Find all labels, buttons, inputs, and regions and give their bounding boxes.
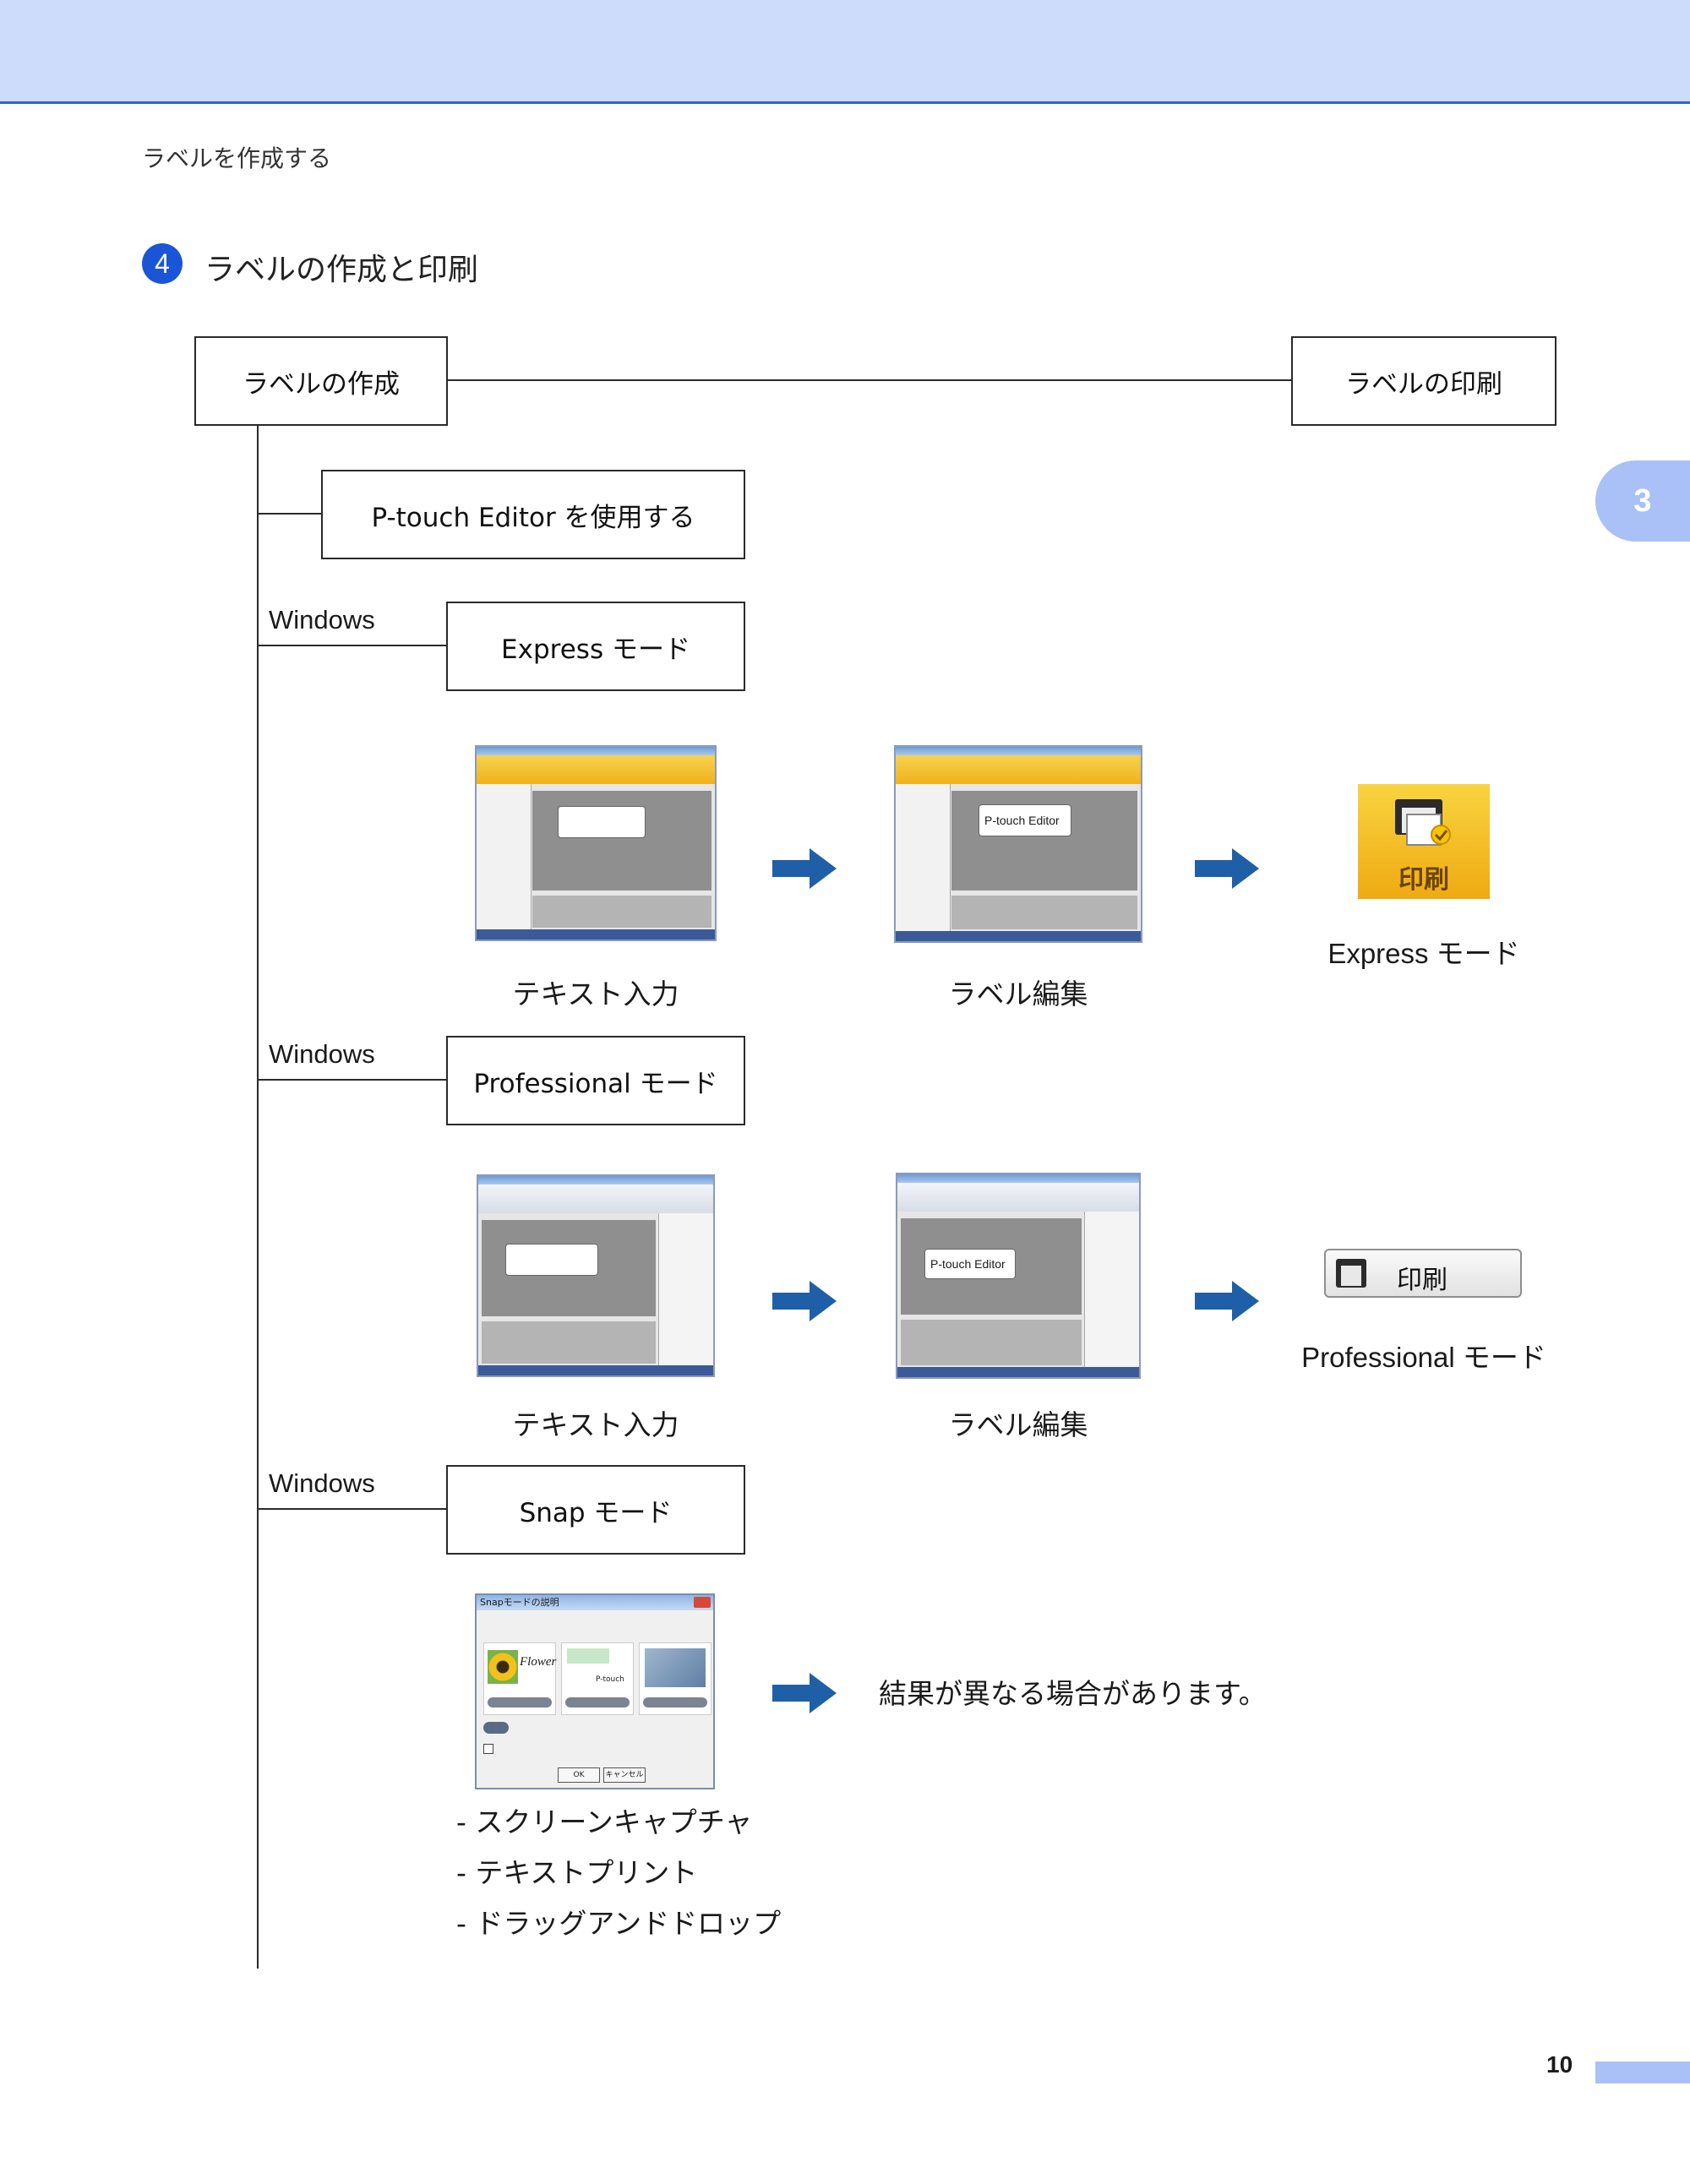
express-label-edit-screenshot: P-touch Editor	[894, 745, 1142, 943]
flow-arrow-icon	[772, 848, 837, 889]
ptouch-editor-box: P-touch Editor を使用する	[321, 470, 745, 559]
snap-mode-dialog-screenshot: Snapモードの説明 Flower P-touch OK キャンセル	[475, 1593, 715, 1789]
professional-mode-box: Professional モード	[446, 1036, 745, 1125]
flow-arrow-icon	[1195, 1281, 1259, 1321]
professional-print-button[interactable]: 印刷	[1324, 1249, 1522, 1298]
feature-list-item: - テキストプリント	[456, 1856, 698, 1889]
flow-arrow-icon	[1195, 848, 1259, 889]
mode-caption: Professional モード	[1301, 1342, 1546, 1373]
page-number: 10	[1546, 2051, 1573, 2078]
ok-button[interactable]: OK	[558, 1767, 600, 1783]
print-icon-label: 印刷	[1398, 865, 1449, 895]
windows-label: Windows	[269, 1468, 375, 1498]
cancel-button[interactable]: キャンセル	[603, 1767, 646, 1783]
step-caption: ラベル編集	[948, 1408, 1088, 1441]
header-band	[0, 0, 1690, 104]
page-number-bar	[1595, 2061, 1690, 2083]
professional-label-edit-screenshot: P-touch Editor	[896, 1173, 1141, 1379]
flow-arrow-icon	[772, 1281, 837, 1321]
close-icon	[694, 1597, 711, 1608]
branch-line	[257, 1508, 446, 1510]
windows-label: Windows	[269, 1039, 375, 1069]
tree-trunk-line	[257, 426, 259, 1969]
create-label-box: ラベルの作成	[194, 336, 448, 426]
checkbox[interactable]	[483, 1744, 493, 1754]
express-mode-box: Express モード	[446, 602, 745, 691]
step-number-badge: 4	[142, 243, 183, 284]
feature-list-item: - ドラッグアンドドロップ	[456, 1907, 782, 1940]
printer-icon	[1336, 1259, 1366, 1288]
printer-icon	[1395, 799, 1451, 846]
windows-label: Windows	[269, 605, 375, 635]
label-preview: P-touch Editor	[979, 804, 1071, 836]
snap-icon	[483, 1722, 509, 1734]
step-caption: テキスト入力	[512, 978, 679, 1010]
professional-text-input-screenshot	[477, 1174, 715, 1377]
screen-capture-panel: Flower	[483, 1642, 556, 1715]
mode-caption: Express モード	[1327, 938, 1520, 969]
step-caption: ラベル編集	[948, 978, 1088, 1010]
section-title: ラベルの作成と印刷	[204, 253, 479, 287]
branch-line	[257, 645, 446, 646]
print-button-label: 印刷	[1397, 1266, 1447, 1295]
branch-line	[257, 513, 321, 515]
flow-arrow-icon	[772, 1673, 837, 1713]
snap-result-note: 結果が異なる場合があります。	[879, 1677, 1267, 1710]
breadcrumb: ラベルを作成する	[142, 144, 332, 172]
branch-line	[257, 1079, 446, 1081]
step-caption: テキスト入力	[512, 1408, 679, 1441]
connector-line	[448, 379, 1291, 381]
print-label-box: ラベルの印刷	[1291, 336, 1556, 426]
label-preview: P-touch Editor	[924, 1249, 1016, 1279]
snap-mode-box: Snap モード	[446, 1465, 745, 1555]
express-print-button[interactable]: 印刷	[1358, 784, 1490, 899]
feature-list-item: - スクリーンキャプチャ	[456, 1805, 753, 1838]
dialog-title: Snapモードの説明	[477, 1595, 713, 1610]
text-print-panel	[639, 1642, 711, 1715]
chapter-tab[interactable]: 3	[1595, 460, 1690, 542]
drag-drop-panel: P-touch	[561, 1642, 634, 1715]
express-text-input-screenshot	[475, 745, 717, 941]
